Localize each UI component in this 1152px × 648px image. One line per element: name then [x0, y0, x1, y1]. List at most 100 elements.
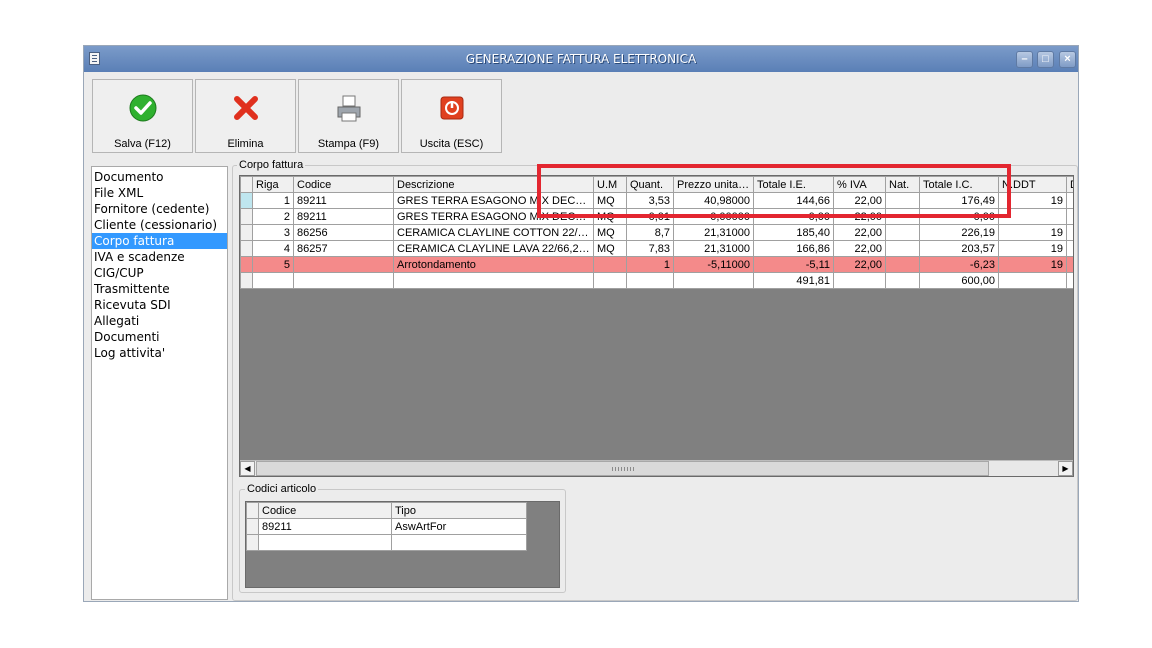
row-indicator[interactable]: [246, 534, 259, 551]
sidebar-item-ricevuta-sdi[interactable]: Ricevuta SDI: [92, 297, 227, 313]
row-indicator[interactable]: [240, 208, 253, 225]
table-cell[interactable]: AswArtFor: [391, 518, 527, 535]
table-cell[interactable]: 22,00: [833, 256, 886, 273]
table-cell[interactable]: 8,7: [626, 224, 674, 241]
sidebar-item-documenti[interactable]: Documenti: [92, 329, 227, 345]
table-cell[interactable]: 86256: [293, 224, 394, 241]
table-cell[interactable]: CERAMICA CLAYLINE COTTON 22/66...: [393, 224, 594, 241]
sidebar-item-cliente-cessionario[interactable]: Cliente (cessionario): [92, 217, 227, 233]
sidebar-item-fornitore-cedente[interactable]: Fornitore (cedente): [92, 201, 227, 217]
exit-label: Uscita (ESC): [419, 138, 484, 150]
sidebar-item-cig-cup[interactable]: CIG/CUP: [92, 265, 227, 281]
sidebar-item-allegati[interactable]: Allegati: [92, 313, 227, 329]
total-cell: [998, 272, 1067, 289]
table-cell[interactable]: [1066, 208, 1073, 225]
article-codes-grid[interactable]: Codice Tipo 89211 AswArtFor: [245, 501, 560, 588]
total-cell: [593, 272, 627, 289]
maximize-button[interactable]: □: [1037, 51, 1054, 68]
sidebar-item-documento[interactable]: Documento: [92, 169, 227, 185]
row-indicator-header: [240, 176, 253, 193]
scrollbar-thumb[interactable]: [256, 461, 989, 476]
table-cell[interactable]: [293, 256, 394, 273]
table-cell[interactable]: CERAMICA CLAYLINE LAVA 22/66,2 ...: [393, 240, 594, 257]
table-cell[interactable]: [391, 534, 527, 551]
total-cell: [252, 272, 294, 289]
row-indicator[interactable]: [240, 256, 253, 273]
table-cell[interactable]: 22,00: [833, 224, 886, 241]
corpo-fattura-label: Corpo fattura: [237, 159, 306, 171]
total-cell: [293, 272, 394, 289]
row-indicator[interactable]: [246, 518, 259, 535]
column-header[interactable]: Riga: [252, 176, 294, 193]
table-cell[interactable]: 1: [252, 192, 294, 209]
table-cell[interactable]: 19: [998, 240, 1067, 257]
table-cell[interactable]: [885, 240, 920, 257]
delete-button[interactable]: Elimina: [195, 79, 296, 153]
table-cell[interactable]: 21,31000: [673, 224, 754, 241]
table-cell[interactable]: 22,00: [833, 240, 886, 257]
table-cell[interactable]: [885, 256, 920, 273]
column-header[interactable]: Tipo: [391, 502, 527, 519]
table-cell[interactable]: 203,57: [919, 240, 999, 257]
table-cell[interactable]: 226,19: [919, 224, 999, 241]
table-cell[interactable]: 3: [252, 224, 294, 241]
table-row[interactable]: 4 86257 CERAMICA CLAYLINE LAVA 22/66,2 ...…: [240, 240, 1073, 257]
column-header[interactable]: Codice: [293, 176, 394, 193]
table-cell[interactable]: MQ: [593, 224, 627, 241]
section-nav: Documento File XML Fornitore (cedente) Clie…: [91, 166, 228, 600]
table-row[interactable]: [246, 534, 527, 551]
invoice-lines-grid[interactable]: Riga Codice Descrizione U.M Quant. Prezzo uni…: [239, 175, 1074, 477]
table-cell[interactable]: 2: [252, 208, 294, 225]
table-row[interactable]: 3 86256 CERAMICA CLAYLINE COTTON 22/66... M…: [240, 224, 1073, 241]
table-row[interactable]: 89211 AswArtFor: [246, 518, 527, 535]
sidebar-item-corpo-fattura[interactable]: Corpo fattura: [92, 233, 227, 249]
table-row[interactable]: 5 Arrotondamento 1 -5,11000 -5,11 22,00 -6,23 1…: [240, 256, 1073, 273]
sidebar-item-trasmittente[interactable]: Trasmittente: [92, 281, 227, 297]
sidebar-item-file-xml[interactable]: File XML: [92, 185, 227, 201]
sidebar-item-log-attivita[interactable]: Log attivita': [92, 345, 227, 361]
table-cell[interactable]: 166,86: [753, 240, 834, 257]
x-icon: [234, 96, 258, 120]
table-cell[interactable]: [593, 256, 627, 273]
scroll-left-icon[interactable]: ◀: [240, 461, 255, 476]
scroll-right-icon[interactable]: ▶: [1058, 461, 1073, 476]
table-cell[interactable]: -5,11: [753, 256, 834, 273]
table-cell[interactable]: 19: [998, 224, 1067, 241]
row-indicator[interactable]: [240, 192, 253, 209]
table-cell[interactable]: 89211: [293, 192, 394, 209]
print-button[interactable]: Stampa (F9): [298, 79, 399, 153]
total-cell: 600,00: [919, 272, 999, 289]
save-button[interactable]: Salva (F12): [92, 79, 193, 153]
table-cell[interactable]: -5,11000: [673, 256, 754, 273]
table-cell[interactable]: Arrotondamento: [393, 256, 594, 273]
exit-button[interactable]: Uscita (ESC): [401, 79, 502, 153]
table-cell[interactable]: MQ: [593, 240, 627, 257]
table-cell[interactable]: 185,40: [753, 224, 834, 241]
print-label: Stampa (F9): [317, 138, 380, 150]
minimize-button[interactable]: –: [1016, 51, 1033, 68]
sidebar-item-iva-e-scadenze[interactable]: IVA e scadenze: [92, 249, 227, 265]
table-cell[interactable]: 7,83: [626, 240, 674, 257]
table-cell[interactable]: [258, 534, 392, 551]
table-cell[interactable]: 89211: [293, 208, 394, 225]
column-header[interactable]: D: [1066, 176, 1073, 193]
row-indicator[interactable]: [240, 240, 253, 257]
total-cell: [885, 272, 920, 289]
table-cell[interactable]: 4: [252, 240, 294, 257]
table-cell[interactable]: [1066, 240, 1073, 257]
close-button[interactable]: ×: [1059, 51, 1076, 68]
table-cell[interactable]: 5: [252, 256, 294, 273]
column-header[interactable]: Codice: [258, 502, 392, 519]
table-cell[interactable]: [1066, 256, 1073, 273]
table-cell[interactable]: -6,23: [919, 256, 999, 273]
table-cell[interactable]: 21,31000: [673, 240, 754, 257]
horizontal-scrollbar[interactable]: ◀ ▶: [240, 460, 1073, 476]
table-cell[interactable]: 89211: [258, 518, 392, 535]
table-cell[interactable]: 1: [626, 256, 674, 273]
table-cell[interactable]: 86257: [293, 240, 394, 257]
table-cell[interactable]: [1066, 192, 1073, 209]
table-cell[interactable]: [1066, 224, 1073, 241]
table-cell[interactable]: [885, 224, 920, 241]
table-cell[interactable]: 19: [998, 256, 1067, 273]
row-indicator[interactable]: [240, 224, 253, 241]
